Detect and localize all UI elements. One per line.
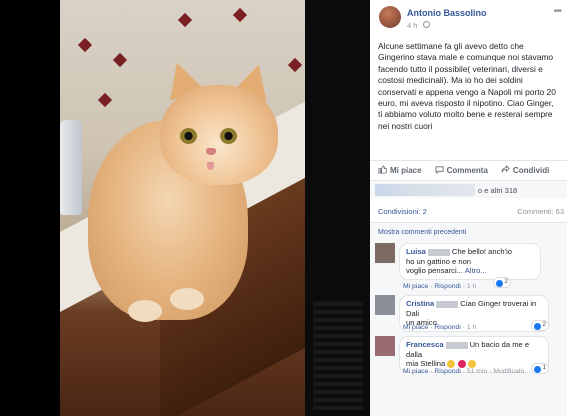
reaction-names-blurred xyxy=(375,184,475,196)
globe-icon xyxy=(423,21,430,28)
comment-meta: Mi piace · Rispondi · 1 h xyxy=(403,324,477,331)
post-time[interactable]: 4 h xyxy=(407,21,417,30)
comment-reply-link[interactable]: Rispondi xyxy=(434,283,460,290)
comment-like-link[interactable]: Mi piace xyxy=(403,283,428,290)
wall-tile xyxy=(177,12,193,28)
comment-bubble: Luisa Che bello! anch'io ho un gattino e … xyxy=(399,243,541,280)
photo-background xyxy=(305,0,370,416)
author-avatar[interactable] xyxy=(379,6,401,28)
blurred-surname xyxy=(436,300,459,308)
wall-tile xyxy=(287,57,303,73)
comment-text: Che bello! anch'io xyxy=(451,247,512,256)
comment-like-link[interactable]: Mi piace xyxy=(403,368,428,375)
cat-paw xyxy=(170,288,204,310)
comment-time[interactable]: 51 min xyxy=(467,368,487,375)
cat-eye xyxy=(180,128,197,144)
commenter-name[interactable]: Francesca xyxy=(406,340,444,349)
cat-paw xyxy=(128,300,162,322)
comments-section: Mostra commenti precedenti Luisa Che bell… xyxy=(370,222,567,416)
comment-like-count[interactable]: 2 xyxy=(493,277,511,288)
cat-tongue xyxy=(207,162,214,170)
avatar[interactable] xyxy=(375,336,395,356)
commenter-name[interactable]: Luisa xyxy=(406,247,426,256)
show-previous-comments[interactable]: Mostra commenti precedenti xyxy=(378,229,466,236)
comment-item: Francesca Un bacio da me e dalla mia Stel… xyxy=(370,336,567,384)
heart-icon xyxy=(457,360,466,369)
like-reaction-icon xyxy=(534,322,541,330)
cat-photo[interactable] xyxy=(60,0,305,416)
cat-nose xyxy=(206,148,216,155)
like-label: Mi piace xyxy=(390,166,422,175)
emoji-icon xyxy=(467,360,476,369)
avatar[interactable] xyxy=(375,243,395,263)
post-header: Antonio Bassolino 4 h ••• xyxy=(370,0,567,38)
post-text: Alcune settimane fa gli avevo detto che … xyxy=(378,41,556,131)
wall-tile xyxy=(97,92,113,108)
like-button[interactable]: Mi piace xyxy=(378,165,422,176)
comment-item: Luisa Che bello! anch'io ho un gattino e … xyxy=(370,243,567,295)
comment-button[interactable]: Commenta xyxy=(435,165,488,176)
wall-tile xyxy=(232,7,248,23)
comment-text: mia Stellina xyxy=(406,359,446,369)
like-reaction-icon xyxy=(534,365,541,373)
commenter-name[interactable]: Cristina xyxy=(406,299,434,308)
emoji-icon xyxy=(447,360,456,369)
comment-label: Commenta xyxy=(446,166,488,175)
share-button[interactable]: Condividi xyxy=(501,164,550,176)
share-label: Condividi xyxy=(512,166,550,175)
like-reaction-icon xyxy=(496,279,503,287)
cat-head xyxy=(160,85,278,185)
blurred-surname xyxy=(445,341,468,349)
comments-count: Commenti: 63 xyxy=(517,207,564,216)
bottle xyxy=(60,120,82,215)
edited-label: Modificato xyxy=(493,368,525,375)
action-bar: Mi piace Commenta Condividi xyxy=(370,160,567,180)
wall-tile xyxy=(77,37,93,53)
comment-text: ho un gattino e non xyxy=(406,256,472,266)
comment-like-count[interactable]: 2 xyxy=(531,320,549,331)
comment-meta: Mi piace · Rispondi · 51 min · Modificat… xyxy=(403,368,525,375)
thumbs-up-icon xyxy=(378,165,388,176)
comment-reply-link[interactable]: Rispondi xyxy=(434,324,460,331)
reaction-count[interactable]: o e altri 318 xyxy=(478,186,517,195)
comment-text: voglio pensarci... xyxy=(406,266,463,276)
comment-like-count[interactable]: 1 xyxy=(531,363,549,374)
cat-eye xyxy=(220,128,237,144)
comment-item: Cristina Ciao Ginger troverai in Dali un … xyxy=(370,295,567,337)
comment-time[interactable]: 1 h xyxy=(467,283,476,290)
see-more-link[interactable]: Altro... xyxy=(465,266,487,275)
blurred-surname xyxy=(427,248,450,256)
comment-like-link[interactable]: Mi piace xyxy=(403,324,428,331)
comment-reply-link[interactable]: Rispondi xyxy=(434,368,460,375)
post-stats: Condivisioni: 2 Commenti: 63 xyxy=(370,205,567,219)
comment-meta: Mi piace · Rispondi · 1 h xyxy=(403,283,477,290)
photo-viewer xyxy=(0,0,370,416)
speech-bubble-icon xyxy=(435,165,444,176)
shares-count[interactable]: Condivisioni: 2 xyxy=(378,207,427,216)
author-name[interactable]: Antonio Bassolino xyxy=(407,8,487,18)
more-options-icon[interactable]: ••• xyxy=(553,6,561,17)
wall-tile xyxy=(112,52,128,68)
comment-time[interactable]: 1 h xyxy=(467,324,476,331)
post-panel: Antonio Bassolino 4 h ••• Alcune settima… xyxy=(370,0,567,416)
share-arrow-icon xyxy=(501,164,510,176)
reactions-bar[interactable]: o e altri 318 xyxy=(370,180,567,198)
avatar[interactable] xyxy=(375,295,395,315)
